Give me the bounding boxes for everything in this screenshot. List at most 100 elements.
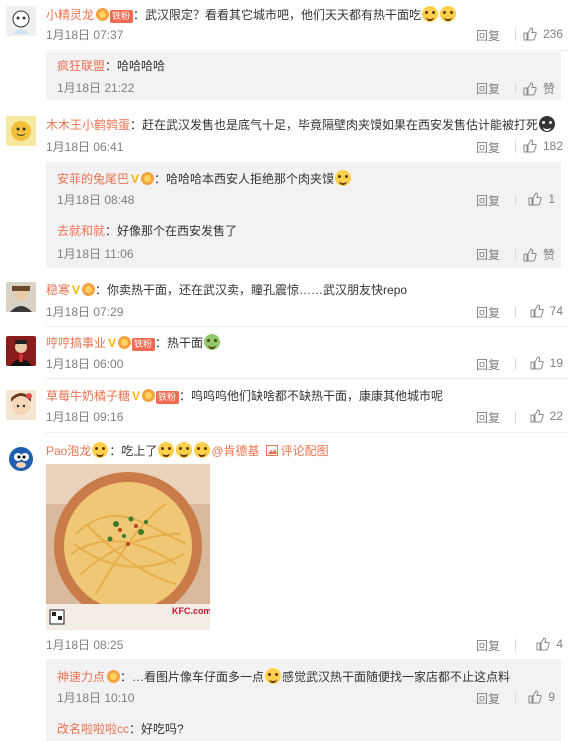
comment-footer: 1月18日 08:25 回复 4: [0, 634, 568, 656]
avatar-image: [6, 282, 36, 312]
verified-v-icon: V: [72, 283, 81, 297]
divider: [515, 692, 516, 704]
avatar[interactable]: [6, 6, 36, 36]
reply-button[interactable]: 回复: [476, 27, 500, 44]
comment-text: ：武汉限定？看看其它城市吧，他们天天都有热干面吃: [133, 8, 422, 22]
thumbs-up-icon: [530, 409, 544, 423]
like-count: 9: [548, 690, 555, 704]
reply-button[interactable]: 回复: [476, 637, 500, 654]
username[interactable]: 草莓牛奶橘子糖: [46, 389, 130, 403]
avatar-image: [6, 6, 36, 36]
divider: [54, 215, 553, 216]
reply-button[interactable]: 回复: [476, 80, 500, 97]
reply-button[interactable]: 回复: [476, 139, 500, 156]
thumbs-up-icon: [523, 139, 537, 153]
frog-emoji-icon: [204, 334, 221, 350]
divider: [515, 358, 516, 370]
username[interactable]: 疯狂联盟: [57, 59, 105, 73]
divider: [515, 29, 516, 41]
image-icon: [265, 445, 278, 456]
username[interactable]: 木木王小鹤鹑蛋: [46, 118, 130, 132]
comment-image-link[interactable]: 评论配图: [265, 444, 329, 458]
avatar[interactable]: [6, 116, 36, 146]
vip-icon: [107, 670, 121, 683]
photo-watermark: KFC.com: [172, 606, 210, 616]
reply-button[interactable]: 回复: [476, 246, 500, 263]
fan-badge: 铁粉: [110, 10, 134, 23]
like-button[interactable]: 9: [528, 690, 555, 704]
divider: [515, 248, 516, 260]
timestamp: 1月18日 08:25: [46, 638, 124, 652]
username[interactable]: 神速力点: [57, 670, 105, 684]
like-button[interactable]: 19: [530, 356, 563, 370]
verified-v-icon: V: [131, 172, 140, 186]
comment-image[interactable]: KFC.com: [46, 464, 210, 630]
comment-text: ：呜呜呜他们缺啥都不缺热干面，康康其他城市呢: [179, 389, 444, 403]
divider: [515, 411, 516, 423]
username[interactable]: 哼哼搞事业: [46, 336, 106, 350]
avatar[interactable]: [6, 336, 36, 366]
reply-button[interactable]: 回复: [476, 409, 500, 426]
divider: [46, 50, 568, 51]
comment: 哼哼搞事业 V 铁粉 ：热干面 1月18日 06:00 回复 19: [0, 328, 568, 379]
like-count: 236: [542, 27, 563, 41]
comment: 稳寒 V ：你卖热干面，还在武汉卖，瞳孔震惊……武汉朋友快repo 1月18日 07…: [0, 276, 568, 327]
like-count: 4: [556, 637, 563, 651]
like-button[interactable]: 22: [530, 409, 563, 423]
like-count: 22: [549, 409, 563, 423]
mention-link[interactable]: @肯德基: [211, 444, 259, 458]
timestamp: 1月18日 11:06: [57, 247, 134, 261]
reply-text: ：好像那个在西安发售了: [105, 224, 238, 238]
like-count: 赞: [542, 82, 555, 96]
fan-badge: 铁粉: [156, 391, 180, 404]
reply-button[interactable]: 回复: [476, 304, 500, 321]
divider: [515, 306, 516, 318]
like-button[interactable]: 4: [536, 637, 563, 651]
avatar[interactable]: [6, 390, 36, 420]
thumbs-up-icon: [523, 81, 537, 95]
username[interactable]: Pao泡龙: [46, 444, 91, 458]
comment-text: ：赶在武汉发售也是底气十足，毕竟隔壁肉夹馍如果在西安发售估计能被打死: [130, 118, 539, 132]
like-button[interactable]: 赞: [523, 80, 555, 97]
reply-button[interactable]: 回复: [476, 690, 500, 707]
timestamp: 1月18日 07:29: [46, 305, 124, 319]
timestamp: 1月18日 21:22: [57, 81, 135, 95]
reply-button[interactable]: 回复: [476, 192, 500, 209]
like-button[interactable]: 236: [523, 27, 563, 41]
cry-emoji-icon: [176, 442, 193, 458]
username[interactable]: 小精灵龙: [46, 8, 94, 22]
vip-icon: [141, 172, 155, 185]
avatar[interactable]: [6, 282, 36, 312]
divider: [46, 432, 568, 433]
comment-text: ：热干面: [155, 336, 204, 350]
avatar[interactable]: [6, 444, 36, 474]
reply-button[interactable]: 回复: [476, 356, 500, 373]
avatar-image: [6, 336, 36, 366]
fan-badge: 铁粉: [132, 338, 156, 351]
avatar-image: [6, 390, 36, 420]
comment-image-label: 评论配图: [280, 444, 329, 458]
emoji-icon: [265, 668, 282, 684]
thumbs-up-icon: [523, 247, 537, 261]
verified-v-icon: V: [132, 389, 141, 403]
like-button[interactable]: 74: [530, 304, 563, 318]
like-button[interactable]: 赞: [523, 246, 555, 263]
reply-text: ：…看图片像车仔面多一点: [120, 670, 265, 684]
like-button[interactable]: 1: [528, 192, 555, 206]
like-button[interactable]: 182: [523, 139, 563, 153]
timestamp: 1月18日 08:48: [57, 193, 135, 207]
laugh-emoji-icon: [422, 6, 439, 22]
thumbs-up-icon: [528, 192, 542, 206]
emoji-icon: [92, 442, 109, 458]
username[interactable]: 去就和就: [57, 224, 105, 238]
timestamp: 1月18日 10:10: [57, 691, 135, 705]
timestamp: 1月18日 06:41: [46, 140, 124, 154]
thumbs-up-icon: [530, 304, 544, 318]
like-count: 1: [548, 192, 555, 206]
username[interactable]: 改名啦啦啦cc: [57, 722, 129, 736]
vip-icon: [142, 389, 156, 402]
timestamp: 1月18日 06:00: [46, 357, 124, 371]
username[interactable]: 安菲的兔尾巴: [57, 172, 129, 186]
thumbs-up-icon: [523, 27, 537, 41]
username[interactable]: 稳寒: [46, 283, 70, 297]
